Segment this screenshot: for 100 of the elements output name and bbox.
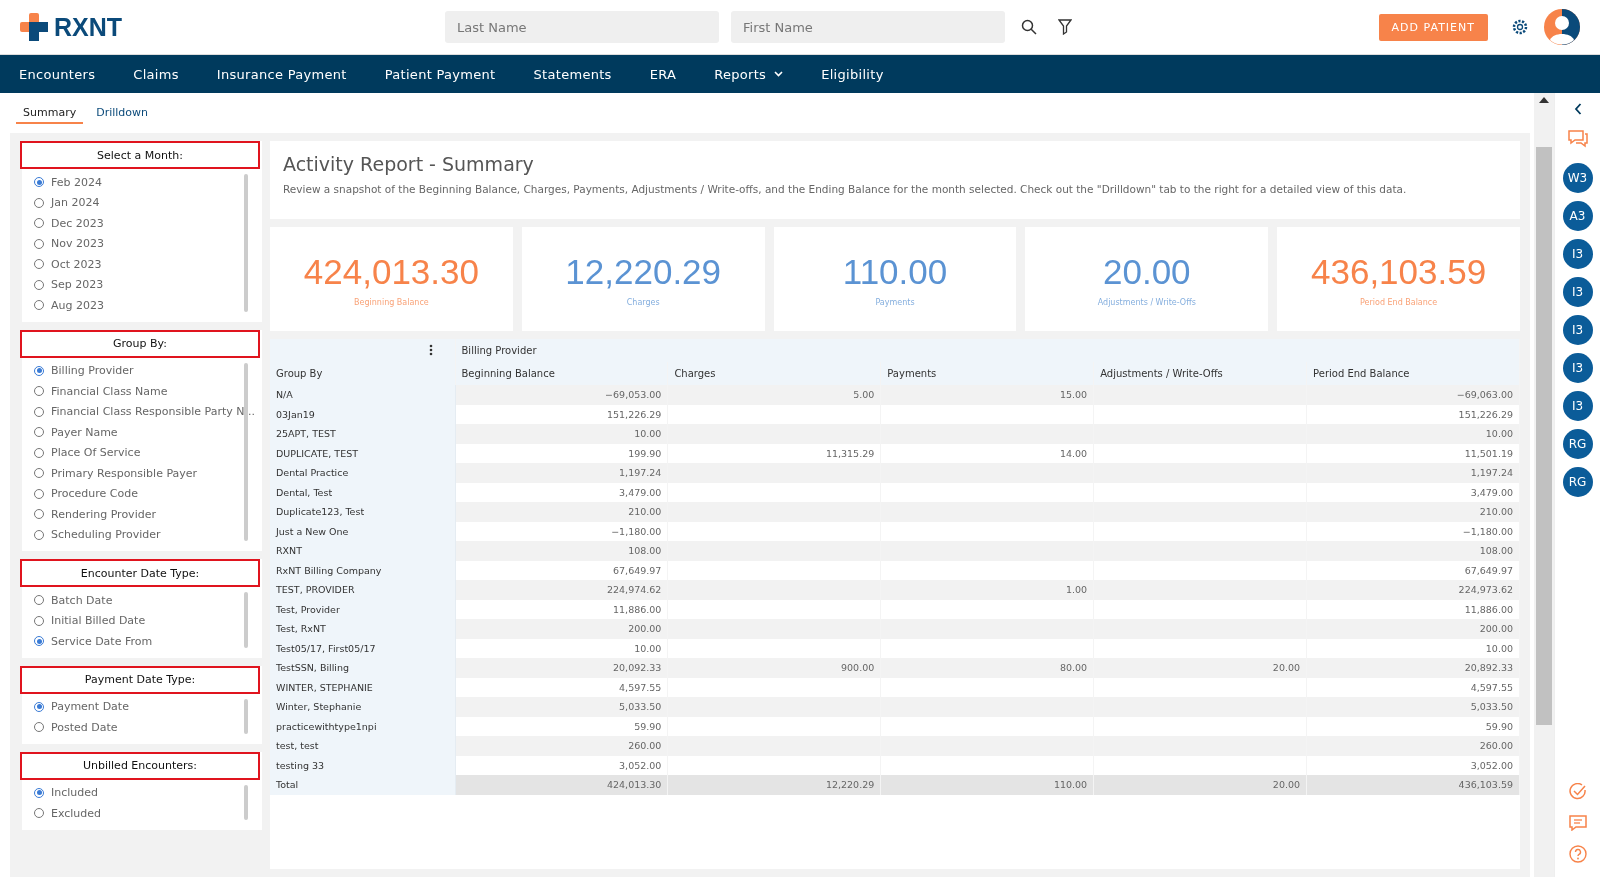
radio-label[interactable]: Scheduling Provider xyxy=(51,528,161,542)
radio-label[interactable]: Dec 2023 xyxy=(51,216,104,230)
column-header[interactable]: Group By xyxy=(276,368,323,379)
radio-label[interactable]: Place Of Service xyxy=(51,446,141,460)
table-cell: 260.00 xyxy=(1479,740,1513,752)
search-icon[interactable] xyxy=(1021,19,1037,35)
table-cell: 80.00 xyxy=(1059,662,1088,674)
scrollbar-thumb[interactable] xyxy=(1536,147,1552,725)
radio-label[interactable]: Procedure Code xyxy=(51,487,138,501)
user-avatar-icon[interactable] xyxy=(1544,9,1580,45)
table-cell: 67,649.97 xyxy=(1464,564,1513,576)
nav-item[interactable]: ERA xyxy=(649,66,677,82)
tab[interactable]: Summary xyxy=(16,102,84,124)
row-label: test, test xyxy=(276,740,319,752)
radio-label[interactable]: Posted Date xyxy=(51,720,118,734)
table-cell: 10.00 xyxy=(634,428,662,440)
search-field[interactable]: Last Name xyxy=(445,11,719,43)
column-header[interactable]: Charges xyxy=(674,368,716,379)
filter-title: Payment Date Type: xyxy=(20,665,260,694)
nav-item[interactable]: Claims xyxy=(133,66,179,82)
radio-label[interactable]: Excluded xyxy=(51,806,102,820)
table-cell: 210.00 xyxy=(1479,506,1513,518)
table-cell: −1,180.00 xyxy=(1462,525,1513,537)
radio-label[interactable]: Nov 2023 xyxy=(51,237,104,251)
radio-label[interactable]: Payer Name xyxy=(51,425,118,439)
radio-label[interactable]: Batch Date xyxy=(51,593,113,607)
message-icon[interactable] xyxy=(1568,815,1587,831)
nav-item[interactable]: Insurance Payment xyxy=(216,66,347,82)
nav-item[interactable]: Statements xyxy=(533,66,612,82)
filter-title: Unbilled Encounters: xyxy=(20,751,260,780)
more-vertical-icon[interactable] xyxy=(428,343,433,356)
filter-title: Group By: xyxy=(20,329,260,358)
settings-icon[interactable] xyxy=(1511,18,1529,36)
radio-label[interactable]: Sep 2023 xyxy=(51,278,104,292)
row-label: Dental Practice xyxy=(276,467,349,479)
chevron-left-icon[interactable] xyxy=(1573,103,1582,115)
chat-icon[interactable] xyxy=(1566,129,1589,149)
radio-label[interactable]: Payment Date xyxy=(51,700,129,714)
nav-item[interactable]: Encounters xyxy=(19,66,96,82)
user-avatar[interactable]: A3 xyxy=(1562,201,1593,231)
user-avatar[interactable]: I3 xyxy=(1562,277,1593,307)
radio-label[interactable]: Rendering Provider xyxy=(51,507,156,521)
row-label: 25APT, TEST xyxy=(276,428,336,440)
table-cell: 20.00 xyxy=(1272,662,1301,674)
radio-label[interactable]: Oct 2023 xyxy=(51,257,102,271)
filter-title: Select a Month: xyxy=(20,141,260,169)
table-cell: 199.90 xyxy=(628,447,662,459)
row-label: TestSSN, Billing xyxy=(276,662,350,674)
user-avatar[interactable]: I3 xyxy=(1562,315,1593,345)
stat-value: 20.00 xyxy=(1103,251,1191,292)
table-cell: 4,597.55 xyxy=(619,681,662,693)
total-cell: 20.00 xyxy=(1272,779,1301,791)
filter-icon[interactable] xyxy=(1058,19,1072,35)
radio-label[interactable]: Billing Provider xyxy=(51,364,134,378)
row-label: DUPLICATE, TEST xyxy=(276,447,358,459)
radio-label[interactable]: Jan 2024 xyxy=(51,196,100,210)
user-avatar[interactable]: RG xyxy=(1562,467,1593,497)
radio-label[interactable]: Financial Class Responsible Party N... xyxy=(51,405,255,419)
nav-item[interactable]: Reports xyxy=(714,66,784,82)
check-circle-icon[interactable] xyxy=(1568,783,1587,801)
table-cell: 151,226.29 xyxy=(1458,408,1513,420)
stat-value: 110.00 xyxy=(842,251,948,292)
radio-label[interactable]: Feb 2024 xyxy=(51,175,102,189)
help-icon[interactable] xyxy=(1568,845,1587,863)
radio-label[interactable]: Primary Responsible Payer xyxy=(51,466,198,480)
radio-label[interactable]: Financial Class Name xyxy=(51,384,168,398)
scroll-up-icon[interactable] xyxy=(1539,97,1549,103)
search-field[interactable]: First Name xyxy=(731,11,1005,43)
nav-item[interactable]: Eligibility xyxy=(821,66,884,82)
table-cell: 5,033.50 xyxy=(619,701,662,713)
row-label: testing 33 xyxy=(276,759,325,771)
scrollbar[interactable] xyxy=(244,784,248,820)
table-cell: 108.00 xyxy=(628,545,662,557)
row-label: 03Jan19 xyxy=(276,408,315,420)
user-avatar[interactable]: W3 xyxy=(1562,163,1593,193)
radio-label[interactable]: Service Date From xyxy=(51,634,153,648)
report-description: Review a snapshot of the Beginning Balance, Charges, Payments, Adjustments / Write-offs, and the Ending Balance for the month selected. Check out the "Drilldown" tab to the right for a detailed view of this data. xyxy=(283,183,1408,195)
radio-label[interactable]: Aug 2023 xyxy=(51,298,104,312)
table-cell: 10.00 xyxy=(634,642,662,654)
row-label: Winter, Stephanie xyxy=(276,701,362,713)
row-label: Duplicate123, Test xyxy=(276,506,365,518)
table-cell: 11,501.19 xyxy=(1464,447,1513,459)
scrollbar[interactable] xyxy=(244,698,248,734)
row-label: Test, Provider xyxy=(276,603,340,615)
tab[interactable]: Drilldown xyxy=(89,102,155,124)
user-avatar[interactable]: I3 xyxy=(1562,239,1593,269)
user-avatar[interactable]: I3 xyxy=(1562,353,1593,383)
user-avatar[interactable]: I3 xyxy=(1562,391,1593,421)
nav-item[interactable]: Patient Payment xyxy=(384,66,496,82)
chevron-down-icon xyxy=(774,71,784,77)
user-avatar[interactable]: RG xyxy=(1562,429,1593,459)
total-cell: 424,013.30 xyxy=(607,779,662,791)
total-cell: 12,220.29 xyxy=(825,779,875,791)
radio-label[interactable]: Included xyxy=(51,786,99,800)
radio-label[interactable]: Initial Billed Date xyxy=(51,614,146,628)
table-cell: 59.90 xyxy=(1485,720,1513,732)
scrollbar[interactable] xyxy=(244,174,248,312)
column-header[interactable]: Payments xyxy=(887,368,937,379)
table-cell: 4,597.55 xyxy=(1470,681,1513,693)
scrollbar[interactable] xyxy=(244,592,248,648)
